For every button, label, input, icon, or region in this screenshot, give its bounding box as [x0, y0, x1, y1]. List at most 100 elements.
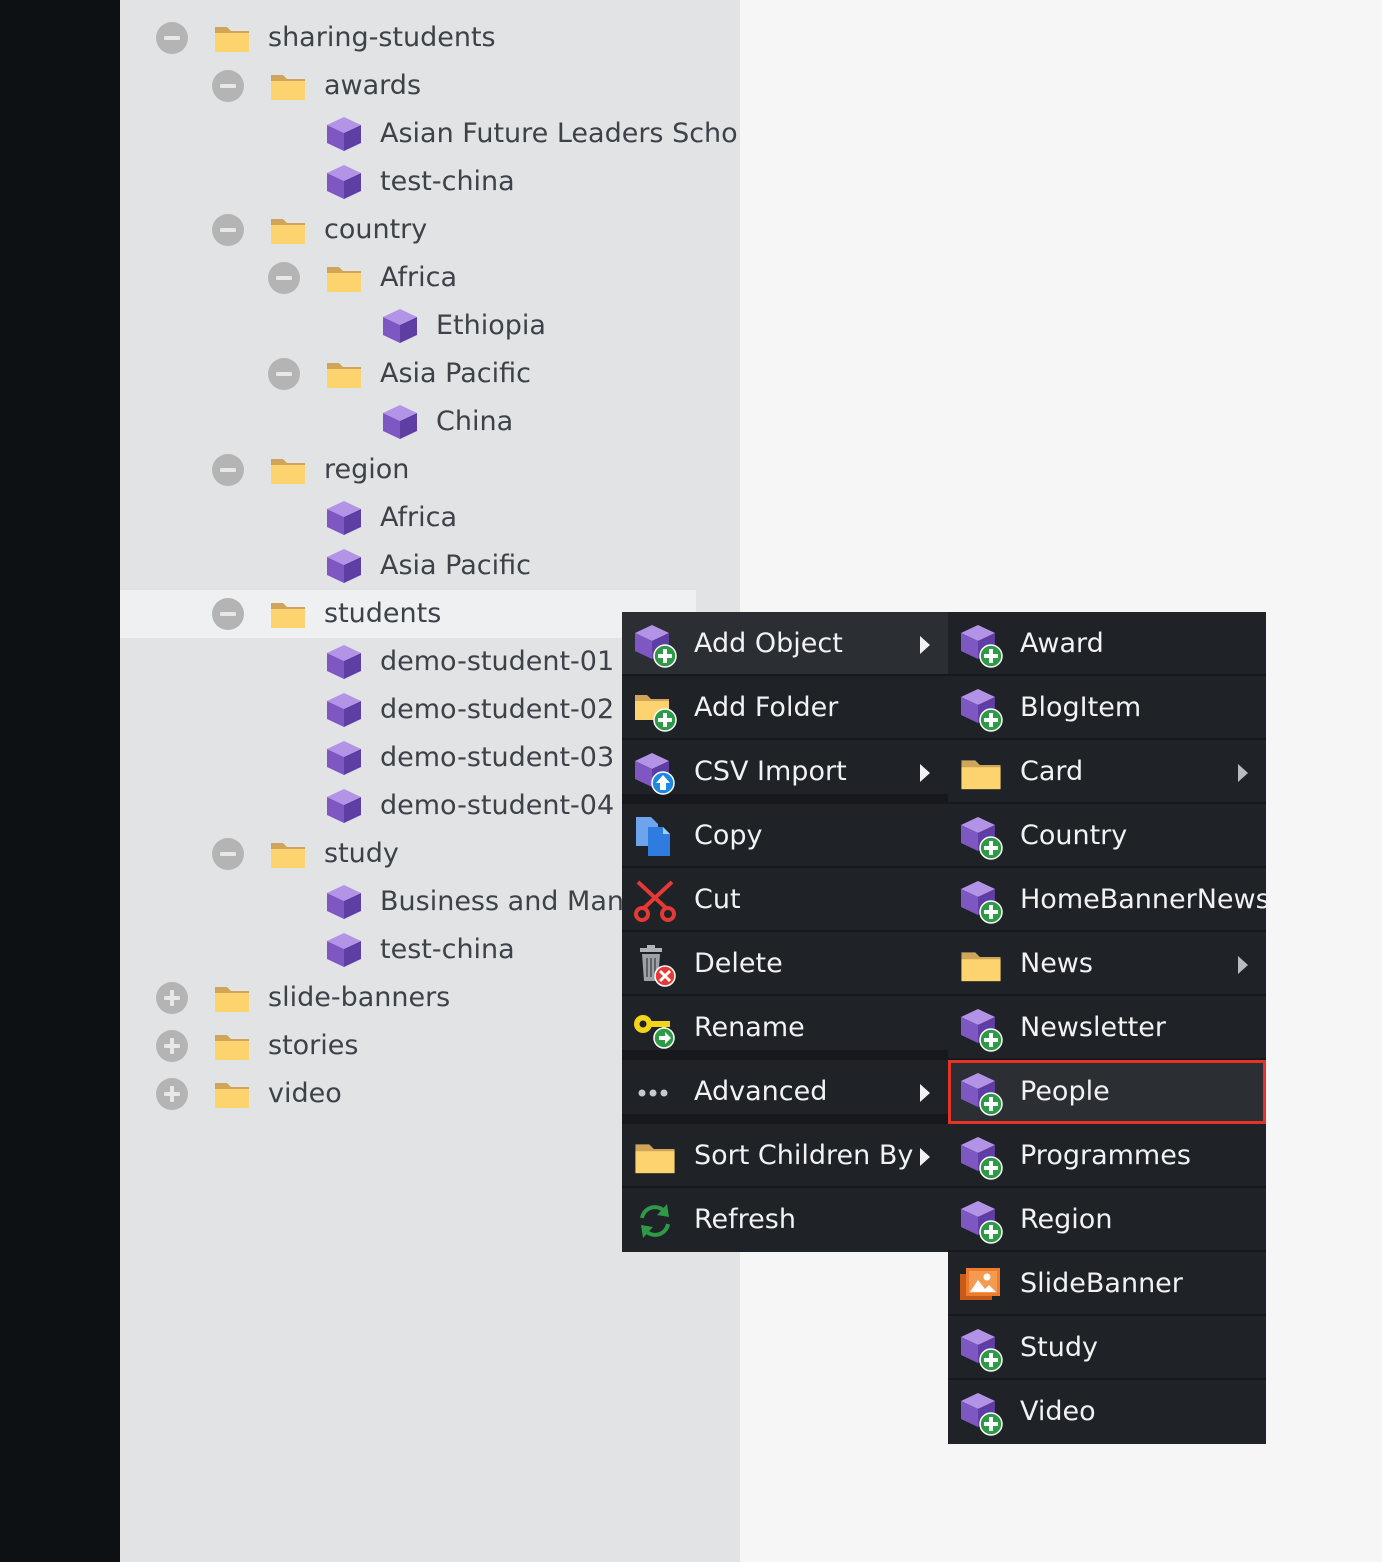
folder-icon	[212, 1074, 252, 1114]
collapse-icon[interactable]	[212, 214, 244, 246]
menu-item-advanced[interactable]: Advanced	[622, 1060, 948, 1124]
tree-node-label: sharing-students	[268, 22, 496, 53]
expand-icon[interactable]	[156, 1078, 188, 1110]
menu-item-label: Award	[1020, 628, 1104, 659]
tree-object-row[interactable]: test-china	[120, 158, 740, 206]
submenu-arrow-icon	[920, 1148, 930, 1166]
cube-plus-icon	[958, 622, 1004, 668]
cube-icon	[324, 882, 364, 922]
cube-icon	[324, 162, 364, 202]
tree-folder-row[interactable]: awards	[120, 62, 740, 110]
tree-node-label: country	[324, 214, 428, 245]
scissors-icon	[632, 878, 678, 924]
submenu-item-card[interactable]: Card	[948, 740, 1266, 804]
left-sidebar-strip	[0, 0, 120, 1562]
folder-icon	[268, 834, 308, 874]
refresh-icon	[632, 1198, 678, 1244]
folder-icon	[268, 66, 308, 106]
submenu-item-video[interactable]: Video	[948, 1380, 1266, 1444]
menu-item-sort-children-by[interactable]: Sort Children By	[622, 1124, 948, 1188]
tree-node-label: demo-student-02	[380, 694, 615, 725]
collapse-icon[interactable]	[212, 70, 244, 102]
tree-node-label: slide-banners	[268, 982, 451, 1013]
folder-icon	[958, 942, 1004, 988]
tree-node-label: Asian Future Leaders Schola	[380, 118, 740, 149]
menu-item-delete[interactable]: Delete	[622, 932, 948, 996]
cube-icon	[324, 930, 364, 970]
menu-item-label: Add Object	[694, 628, 843, 659]
submenu-item-region[interactable]: Region	[948, 1188, 1266, 1252]
cube-plus-icon	[958, 814, 1004, 860]
collapse-icon[interactable]	[268, 262, 300, 294]
submenu-item-blogitem[interactable]: BlogItem	[948, 676, 1266, 740]
menu-item-label: Rename	[694, 1012, 805, 1043]
menu-item-label: HomeBannerNews	[1020, 884, 1270, 915]
menu-item-label: Newsletter	[1020, 1012, 1166, 1043]
submenu-item-homebannernews[interactable]: HomeBannerNews	[948, 868, 1270, 932]
tree-node-label: China	[436, 406, 514, 437]
menu-item-rename[interactable]: Rename	[622, 996, 948, 1060]
cube-upload-icon	[632, 750, 678, 796]
cube-plus-icon	[958, 686, 1004, 732]
expand-icon[interactable]	[156, 1030, 188, 1062]
menu-item-copy[interactable]: Copy	[622, 804, 948, 868]
tree-node-label: test-china	[380, 934, 515, 965]
tree-node-label: test-china	[380, 166, 515, 197]
tree-folder-row[interactable]: Africa	[120, 254, 740, 302]
folder-icon	[212, 978, 252, 1018]
key-icon	[632, 1006, 678, 1052]
menu-item-csv-import[interactable]: CSV Import	[622, 740, 948, 804]
tree-folder-row[interactable]: students	[120, 590, 696, 638]
menu-item-add-folder[interactable]: Add Folder	[622, 676, 948, 740]
tree-folder-row[interactable]: sharing-students	[120, 14, 740, 62]
submenu-item-award[interactable]: Award	[948, 612, 1266, 676]
tree-folder-row[interactable]: country	[120, 206, 740, 254]
tree-object-row[interactable]: Africa	[120, 494, 740, 542]
cube-plus-icon	[958, 1326, 1004, 1372]
cube-icon	[324, 642, 364, 682]
cube-plus-icon	[958, 1006, 1004, 1052]
folder-icon	[324, 258, 364, 298]
menu-item-cut[interactable]: Cut	[622, 868, 948, 932]
menu-item-label: People	[1020, 1076, 1110, 1107]
folder-icon	[268, 210, 308, 250]
menu-item-add-object[interactable]: Add Object	[622, 612, 948, 676]
tree-node-label: demo-student-03	[380, 742, 615, 773]
submenu-arrow-icon	[1238, 956, 1248, 974]
tree-node-label: study	[324, 838, 399, 869]
submenu-item-slidebanner[interactable]: SlideBanner	[948, 1252, 1266, 1316]
collapse-icon[interactable]	[212, 454, 244, 486]
tree-object-row[interactable]: China	[120, 398, 740, 446]
submenu-item-study[interactable]: Study	[948, 1316, 1266, 1380]
tree-object-row[interactable]: Asian Future Leaders Schola	[120, 110, 740, 158]
tree-node-label: demo-student-04	[380, 790, 615, 821]
collapse-icon[interactable]	[212, 838, 244, 870]
tree-object-row[interactable]: Asia Pacific	[120, 542, 740, 590]
tree-node-label: Ethiopia	[436, 310, 546, 341]
submenu-item-newsletter[interactable]: Newsletter	[948, 996, 1266, 1060]
tree-node-label: Asia Pacific	[380, 358, 531, 389]
menu-item-label: Programmes	[1020, 1140, 1191, 1171]
image-icon	[958, 1262, 1004, 1308]
menu-item-label: SlideBanner	[1020, 1268, 1183, 1299]
tree-folder-row[interactable]: region	[120, 446, 740, 494]
submenu-item-country[interactable]: Country	[948, 804, 1266, 868]
expand-icon[interactable]	[156, 982, 188, 1014]
menu-item-label: Refresh	[694, 1204, 796, 1235]
tree-object-row[interactable]: Ethiopia	[120, 302, 740, 350]
submenu-arrow-icon	[920, 764, 930, 782]
cube-icon	[324, 546, 364, 586]
menu-item-refresh[interactable]: Refresh	[622, 1188, 948, 1252]
collapse-icon[interactable]	[212, 598, 244, 630]
submenu-item-people[interactable]: People	[948, 1060, 1266, 1124]
submenu-item-news[interactable]: News	[948, 932, 1266, 996]
menu-item-label: Card	[1020, 756, 1084, 787]
tree-folder-row[interactable]: Asia Pacific	[120, 350, 740, 398]
submenu-item-programmes[interactable]: Programmes	[948, 1124, 1266, 1188]
tree-node-label: video	[268, 1078, 342, 1109]
collapse-icon[interactable]	[156, 22, 188, 54]
collapse-icon[interactable]	[268, 358, 300, 390]
menu-item-label: Copy	[694, 820, 763, 851]
copy-icon	[632, 814, 678, 860]
folder-icon	[212, 18, 252, 58]
